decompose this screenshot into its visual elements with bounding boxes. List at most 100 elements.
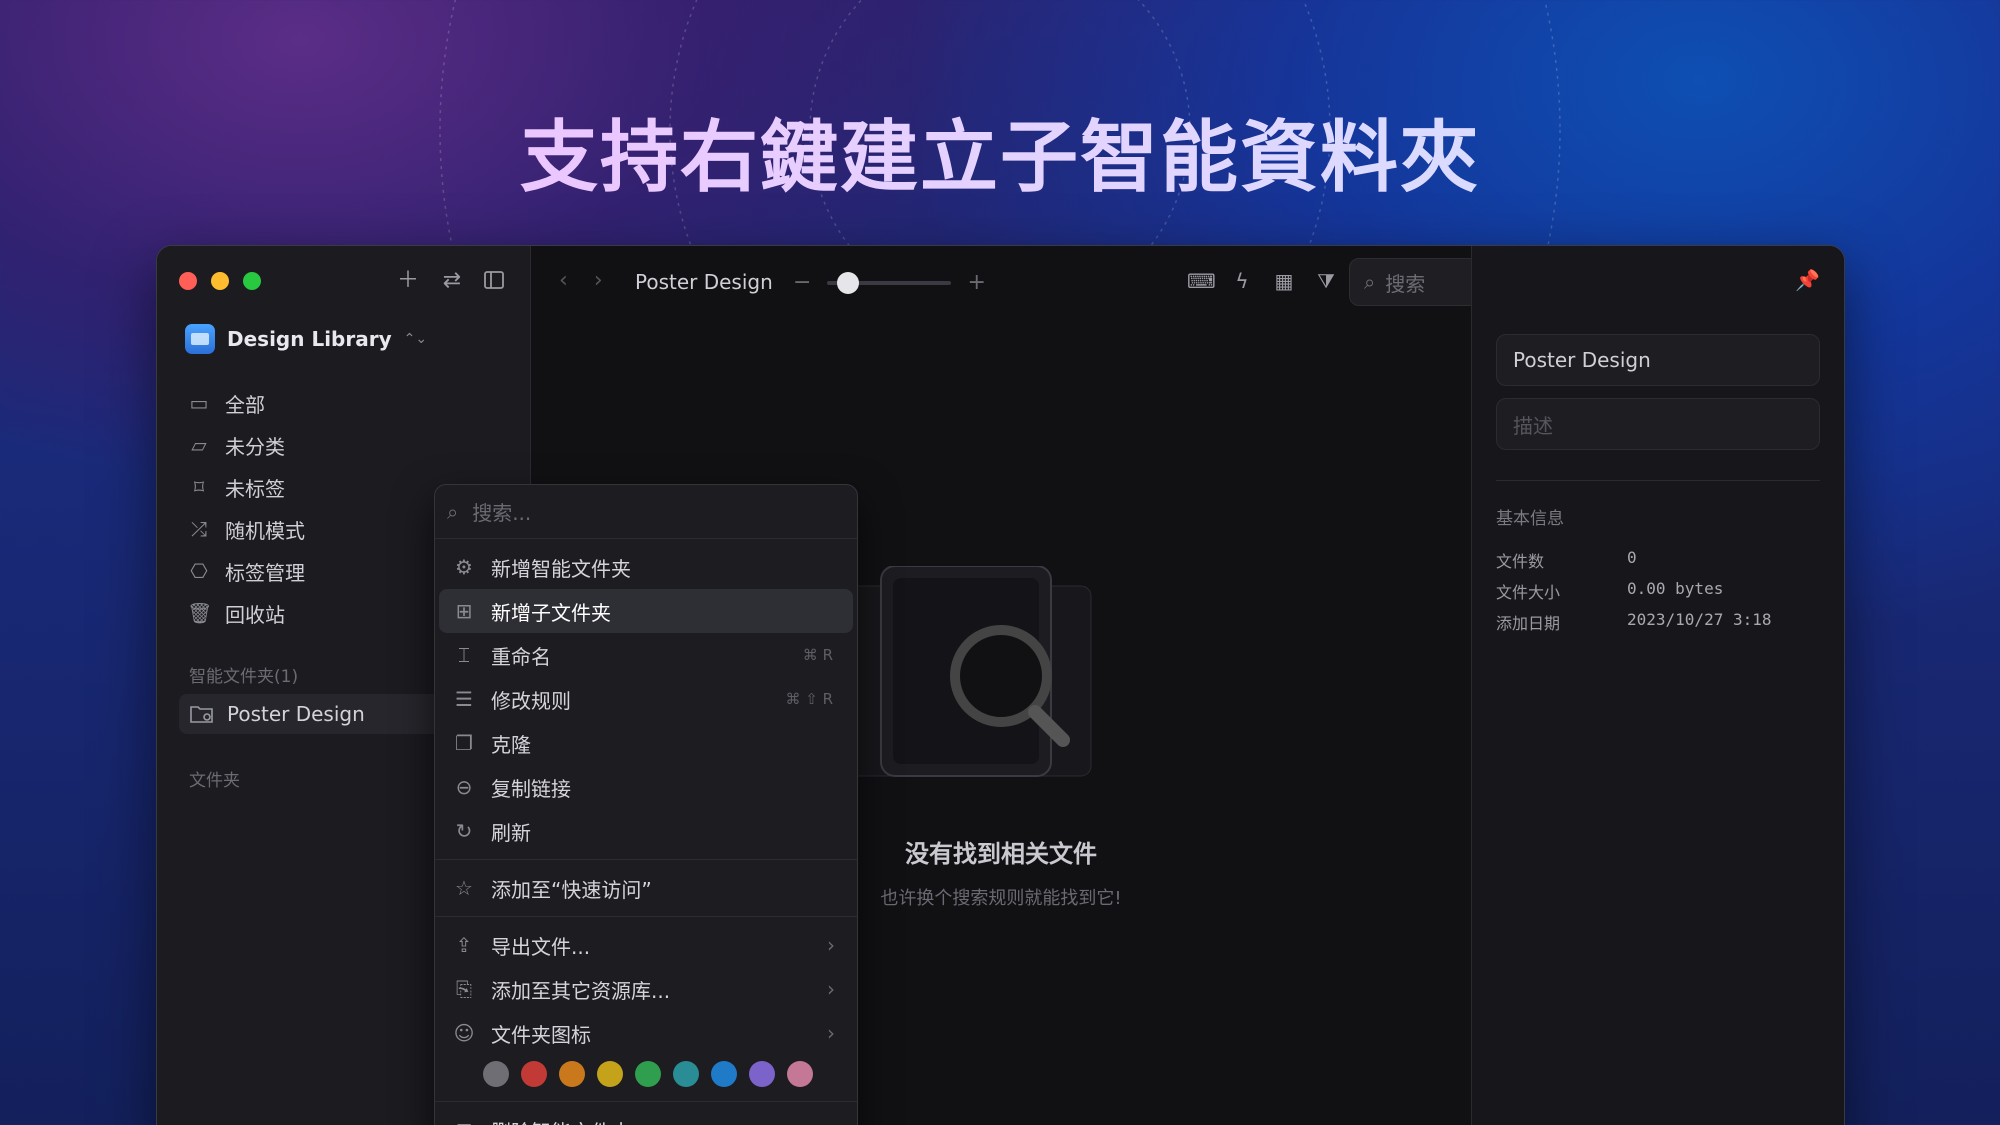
chevron-right-icon: › (827, 977, 835, 1001)
info-value: 0 (1627, 548, 1637, 567)
swap-icon[interactable]: ⇄ (439, 268, 465, 294)
color-swatch-1[interactable] (483, 1061, 509, 1087)
filter-icon[interactable]: ⧩ (1313, 268, 1339, 294)
info-label: 添加日期 (1496, 614, 1561, 633)
menu-item-export[interactable]: ⇪ 导出文件... › (439, 923, 853, 967)
color-swatch-8[interactable] (749, 1061, 775, 1087)
menu-item-label: 新增智能文件夹 (491, 556, 631, 581)
menu-search-input[interactable]: ⌕ 搜索... (435, 485, 857, 539)
menu-item-label: 添加至其它资源库... (491, 978, 671, 1003)
sidebar-item-label: 未分类 (225, 434, 285, 459)
bookmark-icon: ⎔ (190, 559, 208, 583)
library-switcher[interactable]: Design Library ⌃⌄ (185, 324, 427, 354)
library-icon (185, 324, 215, 354)
smart-folders-heading: 智能文件夹(1) (189, 667, 299, 687)
menu-item-label: 添加至“快速访问” (491, 877, 652, 902)
color-swatch-7[interactable] (711, 1061, 737, 1087)
close-window-button[interactable] (179, 272, 197, 290)
color-swatch-2[interactable] (521, 1061, 547, 1087)
folder-name-field[interactable]: Poster Design (1496, 334, 1820, 386)
inspector-panel: 📌 Poster Design 描述 基本信息 文件数 0 文件大小 0.00 … (1471, 246, 1844, 1125)
add-icon[interactable]: ＋ (395, 268, 421, 294)
color-swatch-4[interactable] (597, 1061, 623, 1087)
menu-item-new-subfolder[interactable]: ⊞ 新增子文件夹 (439, 589, 853, 633)
pin-icon[interactable]: 📌 (1795, 268, 1820, 292)
folder-title: Poster Design (635, 270, 773, 294)
zoom-slider-knob[interactable] (837, 271, 860, 294)
menu-item-add-to-library[interactable]: ⎘ 添加至其它资源库... › (439, 967, 853, 1011)
info-heading: 基本信息 (1496, 509, 1564, 529)
sidebar-item-label: 全部 (225, 392, 265, 417)
tag-question-icon: ⌑ (193, 475, 205, 499)
sidebar-item-untagged[interactable]: ⌑ 未标签 (187, 466, 305, 508)
menu-item-edit-rules[interactable]: ☰ 修改规则 ⌘ ⇧ R (439, 677, 853, 721)
menu-item-label: 复制链接 (491, 776, 571, 801)
chevron-right-icon: › (827, 933, 835, 957)
minimize-window-button[interactable] (211, 272, 229, 290)
menu-item-quick-access[interactable]: ☆ 添加至“快速访问” (439, 866, 853, 910)
menu-item-copy-link[interactable]: ⊖ 复制链接 (439, 765, 853, 809)
sidebar-item-label: 回收站 (225, 602, 285, 627)
folders-heading: 文件夹 (189, 771, 240, 791)
menu-item-refresh[interactable]: ↻ 刷新 (439, 809, 853, 853)
history-nav: ‹ › (559, 268, 603, 293)
zoom-window-button[interactable] (243, 272, 261, 290)
menu-item-rename[interactable]: ⌶ 重命名 ⌘ R (439, 633, 853, 677)
menu-item-label: 修改规则 (491, 688, 571, 713)
sidebar-item-all[interactable]: ▭ 全部 (187, 382, 305, 424)
zoom-in-button[interactable]: + (967, 270, 985, 295)
menu-item-label: 刷新 (491, 820, 531, 845)
terminal-icon[interactable]: ⌨ (1187, 268, 1216, 294)
info-value: 0.00 bytes (1627, 579, 1724, 598)
color-swatch-6[interactable] (673, 1061, 699, 1087)
sidebar-item-label: 随机模式 (225, 518, 305, 543)
menu-item-folder-icon[interactable]: ☺ 文件夹图标 › (439, 1011, 853, 1055)
forward-icon[interactable]: › (594, 268, 603, 293)
rules-icon: ☰ (455, 687, 473, 711)
library-add-icon: ⎘ (456, 977, 472, 1001)
description-field[interactable]: 描述 (1496, 398, 1820, 450)
folder-question-icon: ▱ (191, 433, 207, 457)
menu-search-placeholder: 搜索... (472, 501, 532, 525)
color-swatch-5[interactable] (635, 1061, 661, 1087)
chevron-updown-icon: ⌃⌄ (403, 331, 428, 347)
menu-item-clone[interactable]: ❐ 克隆 (439, 721, 853, 765)
refresh-icon: ↻ (455, 819, 473, 843)
menu-item-label: 克隆 (491, 732, 531, 757)
color-swatch-3[interactable] (559, 1061, 585, 1087)
search-icon: ⌕ (447, 499, 459, 524)
zoom-control: − + (793, 270, 986, 295)
sidebar-toggle-icon[interactable] (481, 268, 507, 294)
lightning-icon[interactable]: ϟ (1229, 268, 1255, 294)
menu-separator (435, 916, 857, 917)
menu-item-new-smart-folder[interactable]: ⚙ 新增智能文件夹 (439, 545, 853, 589)
divider (1496, 480, 1820, 481)
smiley-icon: ☺ (453, 1021, 475, 1045)
smart-folder-label: Poster Design (227, 702, 365, 726)
window-controls (179, 272, 261, 290)
zoom-out-button[interactable]: − (793, 270, 811, 295)
empty-state-illustration (831, 566, 1092, 777)
sidebar-item-label: 未标签 (225, 476, 285, 501)
sidebar-item-random[interactable]: ⤮ 随机模式 (187, 508, 305, 550)
back-icon[interactable]: ‹ (559, 268, 568, 293)
info-value: 2023/10/27 3:18 (1627, 610, 1772, 629)
menu-separator (435, 859, 857, 860)
info-label: 文件大小 (1496, 583, 1561, 602)
context-menu: ⌕ 搜索... ⚙ 新增智能文件夹 ⊞ 新增子文件夹 ⌶ 重命名 ⌘ R ☰ 修… (434, 484, 858, 1125)
trash-icon: 🗑 (187, 601, 213, 625)
sidebar-item-trash[interactable]: 🗑 回收站 (187, 592, 305, 634)
headline: 支持右鍵建立子智能資料夾 (0, 95, 2000, 207)
folder-name-value: Poster Design (1513, 348, 1651, 372)
sidebar-item-tags[interactable]: ⎔ 标签管理 (187, 550, 305, 592)
color-swatch-9[interactable] (787, 1061, 813, 1087)
menu-item-delete-smart-folder[interactable]: ⊟ 删除智能文件夹 (439, 1108, 853, 1125)
app-window: ＋ ⇄ Design Library ⌃⌄ ▭ 全部 ▱ 未分类 ⌑ 未标签 ⤮… (156, 245, 1845, 1125)
sidebar-nav: ▭ 全部 ▱ 未分类 ⌑ 未标签 ⤮ 随机模式 ⎔ 标签管理 🗑 回收站 (187, 382, 305, 634)
sidebar-item-label: 标签管理 (225, 560, 305, 585)
smart-folder-icon (190, 706, 213, 723)
sidebar-item-uncategorized[interactable]: ▱ 未分类 (187, 424, 305, 466)
zoom-slider[interactable] (827, 271, 952, 294)
layout-icon[interactable]: ▦ (1271, 268, 1297, 294)
link-icon: ⊖ (455, 775, 473, 799)
